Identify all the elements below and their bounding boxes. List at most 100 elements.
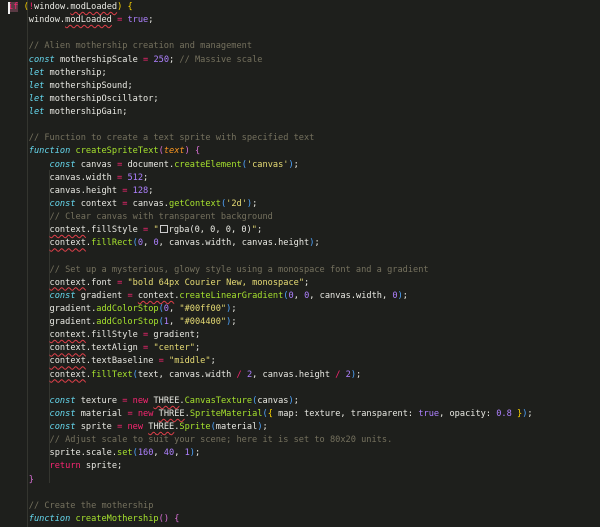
code-line[interactable]: if (!window.modLoaded) { [8, 1, 533, 14]
code-token: let [28, 80, 45, 91]
code-token: .textBaseline [85, 356, 159, 367]
code-editor[interactable]: if (!window.modLoaded) { window.modLoade… [0, 0, 600, 527]
code-line[interactable]: gradient.addColorStop(0, "#00ff00"); [8, 303, 533, 316]
code-token: "middle" [169, 356, 211, 367]
code-line[interactable]: let mothershipSound; [8, 80, 533, 93]
code-line[interactable]: const gradient = context.createLinearGra… [8, 290, 533, 303]
code-token: 250 [153, 54, 170, 65]
code-line[interactable] [8, 382, 533, 395]
code-token: .textAlign [85, 343, 144, 354]
code-line[interactable]: gradient.addColorStop(1, "#004400"); [8, 316, 533, 329]
code-token: // Set up a mysterious, glowy style usin… [8, 264, 429, 275]
code-token: const [49, 198, 76, 209]
code-token: sprite; [80, 461, 123, 472]
code-line[interactable]: } [8, 474, 533, 487]
code-token: THREE [153, 395, 180, 406]
code-token: // Adjust scale to suit your scene; here… [8, 435, 393, 446]
code-line[interactable] [8, 250, 533, 263]
code-line[interactable]: function createMothership() { [8, 513, 533, 526]
code-line[interactable]: const mothershipScale = 250; // Massive … [8, 54, 533, 67]
code-line[interactable]: let mothership; [8, 67, 533, 80]
code-line[interactable]: window.modLoaded = true; [8, 14, 533, 27]
code-token: ; [252, 198, 258, 209]
code-token: } [28, 474, 34, 485]
code-line[interactable]: sprite.scale.set(160, 40, 1); [8, 447, 533, 460]
code-line[interactable]: const canvas = document.createElement('c… [8, 159, 533, 172]
code-token: ; [148, 185, 154, 196]
code-line[interactable]: context.fillStyle = gradient; [8, 329, 533, 342]
code-token: { [127, 2, 133, 12]
code-line[interactable]: // Alien mothership creation and managem… [8, 40, 533, 53]
code-token: window. [34, 2, 71, 12]
code-token: // Clear canvas with transparent backgro… [8, 212, 273, 222]
code-token: canvas.height [8, 185, 123, 196]
code-token: mothershipOscillator; [44, 93, 159, 104]
code-line[interactable]: // Clear canvas with transparent backgro… [8, 211, 533, 224]
code-token: canvas.width [8, 172, 118, 183]
code-line[interactable]: context.textBaseline = "middle"; [8, 355, 533, 368]
code-token: fillRect [91, 238, 133, 249]
code-token: , [169, 303, 180, 314]
code-token: addColorStop [96, 303, 159, 314]
code-token: // Function to create a text sprite with… [8, 133, 315, 144]
code-line[interactable]: // Function to create a text sprite with… [8, 132, 533, 145]
code-token: ; [293, 159, 299, 170]
code-token: 40 [163, 448, 175, 459]
code-line[interactable]: return sprite; [8, 460, 533, 473]
code-token: texture [75, 395, 123, 406]
code-token: , opacity: [439, 408, 497, 419]
code-line[interactable]: context.fillText(text, canvas.width / 2,… [8, 369, 533, 382]
code-token: 0.8 [496, 408, 512, 419]
code-line[interactable] [8, 487, 533, 500]
code-token: ; [231, 303, 237, 314]
code-token: 512 [127, 172, 144, 183]
code-token: , [143, 238, 154, 249]
code-line[interactable]: context.font = "bold 64px Courier New, m… [8, 277, 533, 290]
code-token: gradient; [148, 330, 201, 341]
code-line[interactable]: canvas.width = 512; [8, 172, 533, 185]
code-line[interactable]: function createSpriteText(text) { [8, 145, 533, 158]
code-line[interactable] [8, 119, 533, 132]
code-line[interactable]: const sprite = new THREE.Sprite(material… [8, 421, 533, 434]
code-token: text, canvas.width [137, 369, 237, 380]
code-token: context [49, 369, 86, 380]
code-token: new [127, 422, 144, 432]
code-line[interactable]: context.textAlign = "center"; [8, 342, 533, 355]
code-token: ; [143, 172, 149, 183]
code-line[interactable]: const context = canvas.getContext('2d'); [8, 198, 533, 211]
code-line[interactable]: const material = new THREE.SpriteMateria… [8, 408, 533, 421]
code-token: createMothership [75, 513, 159, 524]
code-line[interactable]: // Adjust scale to suit your scene; here… [8, 434, 533, 447]
code-token: ; [356, 369, 362, 380]
code-line[interactable]: canvas.height = 128; [8, 185, 533, 198]
code-line[interactable]: const texture = new THREE.CanvasTexture(… [8, 395, 533, 408]
code-token: context [49, 238, 86, 249]
code-token: canvas. [127, 198, 169, 209]
code-line[interactable] [8, 27, 533, 40]
code-line[interactable]: // Create the mothership [8, 500, 533, 513]
color-swatch-icon[interactable] [159, 225, 168, 234]
code-token: , canvas.width, canvas.height [158, 238, 310, 249]
code-token: THREE [158, 408, 185, 419]
code-token: modLoaded [65, 15, 112, 26]
code-line[interactable]: let mothershipOscillator; [8, 93, 533, 106]
code-line[interactable]: // Set up a mysterious, glowy style usin… [8, 264, 533, 277]
code-line[interactable]: context.fillStyle = " rgba(0, 0, 0, 0)"; [8, 224, 533, 237]
code-lines[interactable]: if (!window.modLoaded) { window.modLoade… [8, 1, 533, 526]
code-token: Sprite [179, 422, 211, 432]
code-line[interactable]: context.fillRect(0, 0, canvas.width, can… [8, 237, 533, 250]
code-token: true [418, 408, 440, 419]
code-line[interactable]: let mothershipGain; [8, 106, 533, 119]
code-token: gradient. [8, 303, 97, 314]
code-token: , [169, 317, 180, 327]
code-token: "#00ff00" [179, 303, 227, 314]
